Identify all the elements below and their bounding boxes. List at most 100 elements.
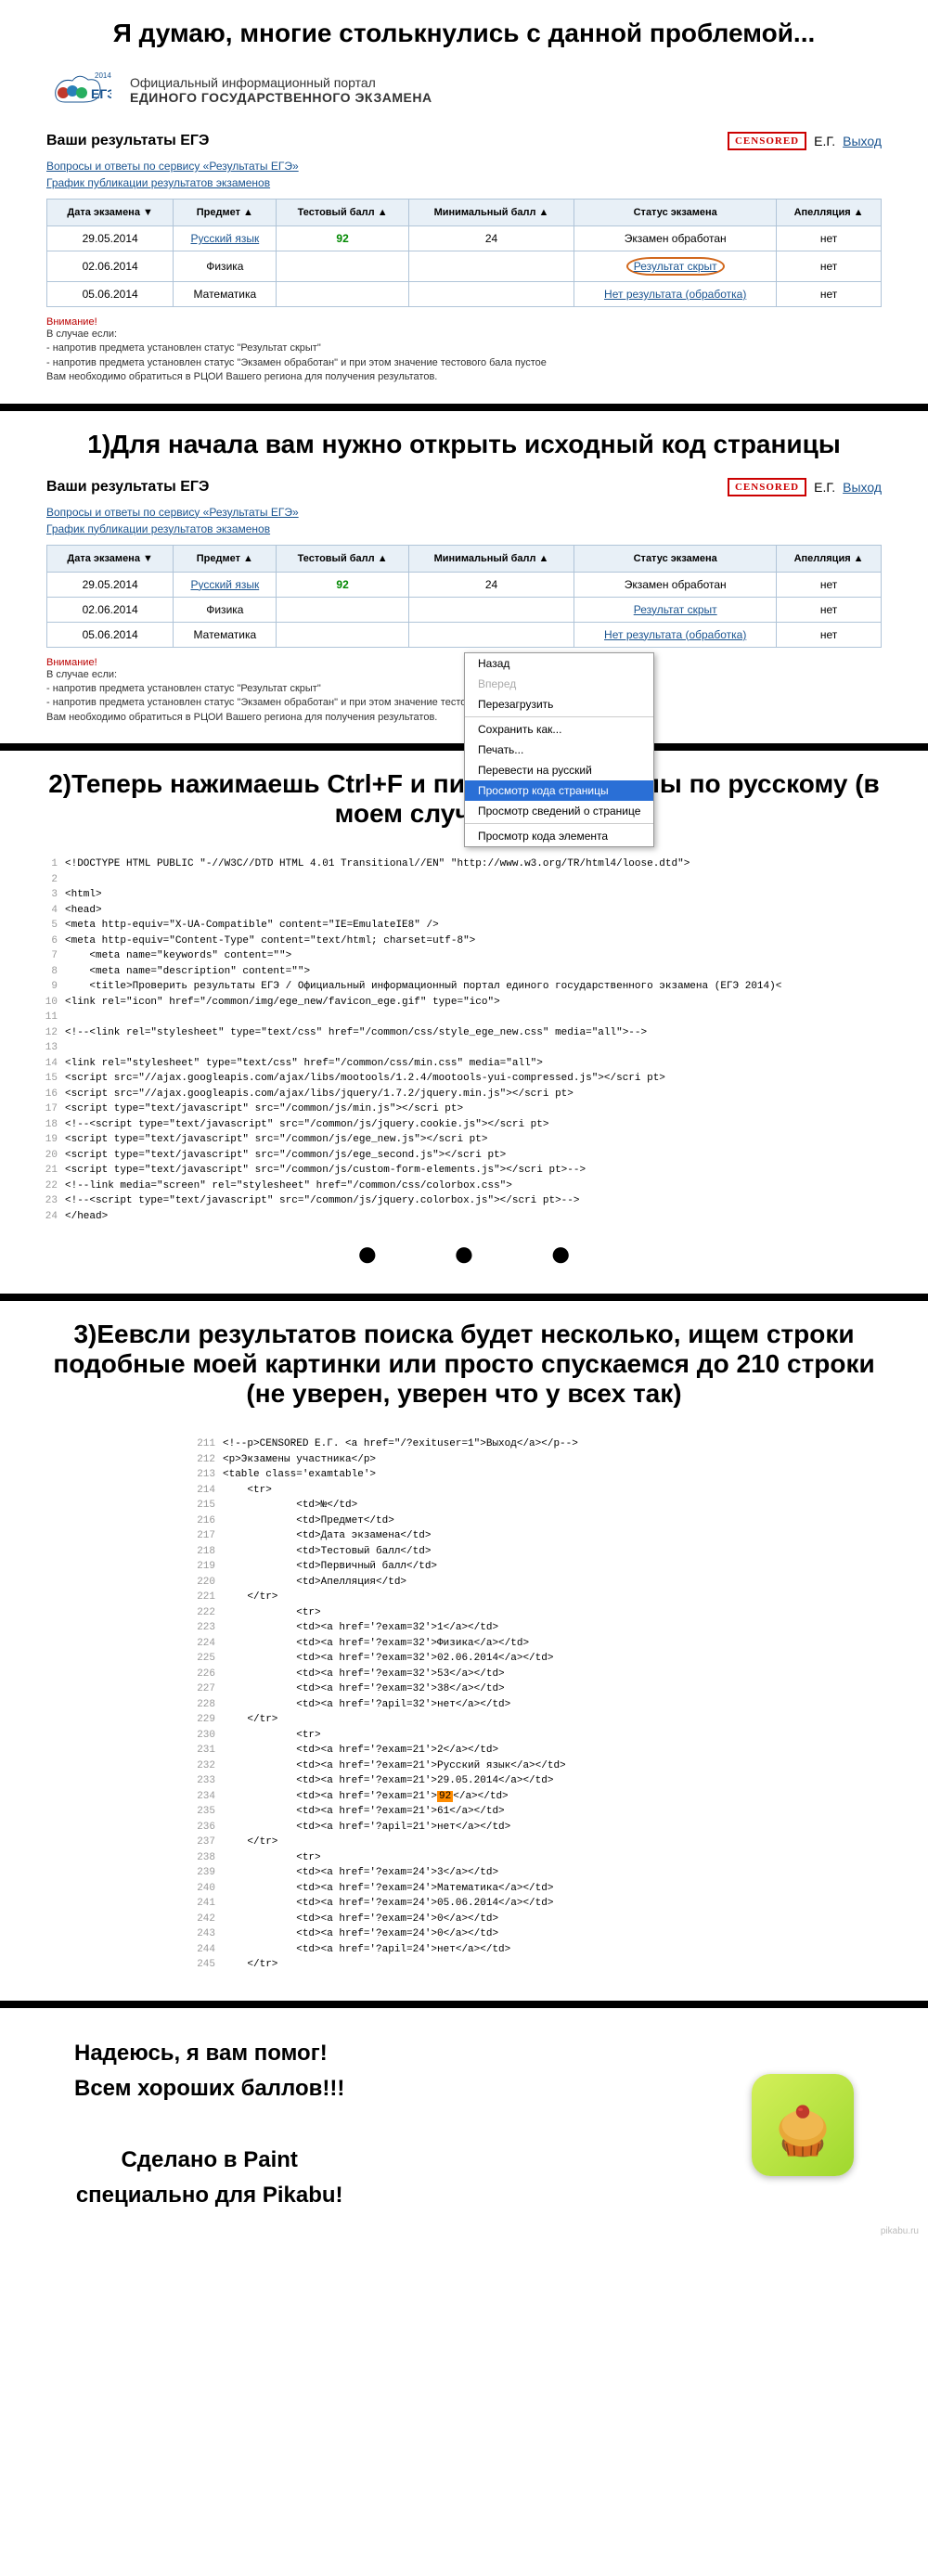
footer-line4: специально для Pikabu! — [74, 2178, 344, 2213]
footer-line3: Сделано в Paint — [74, 2143, 344, 2178]
censored-stamp-2: CENSORED — [728, 478, 806, 496]
intro-title: Я думаю, многие столькнулись с данной пр… — [46, 19, 882, 48]
cell: 02.06.2014 — [47, 597, 174, 622]
cupcake-icon — [766, 2088, 840, 2162]
context-menu: Назад Вперед Перезагрузить Сохранить как… — [464, 652, 654, 847]
cell[interactable]: Результат скрыт — [574, 251, 777, 282]
col-status[interactable]: Статус экзамена — [574, 200, 777, 226]
table-row: 02.06.2014Физика Результат скрытнет — [47, 597, 882, 622]
cell — [277, 597, 408, 622]
cell: 92 — [277, 226, 408, 251]
source-code-2: 211<!--p>CENSORED Е.Г. <a href="/?exitus… — [186, 1427, 882, 1982]
cell — [408, 251, 574, 282]
results-bar: Ваши результаты ЕГЭ CENSORED Е.Г. Выход — [46, 132, 882, 150]
cell — [408, 282, 574, 307]
cell — [277, 251, 408, 282]
cell: нет — [777, 622, 882, 647]
cell[interactable]: Результат скрыт — [574, 597, 777, 622]
cell: 29.05.2014 — [47, 572, 174, 597]
cell — [277, 282, 408, 307]
portal-line1: Официальный информационный портал — [130, 75, 432, 90]
results-table-1: Дата экзамена ▼Предмет ▲Тестовый балл ▲М… — [46, 199, 882, 307]
cell — [408, 597, 574, 622]
ctx-back[interactable]: Назад — [465, 653, 653, 674]
table-row: 29.05.2014Русский язык9224Экзамен обрабо… — [47, 572, 882, 597]
ctx-translate[interactable]: Перевести на русский — [465, 760, 653, 780]
warning-text: В случае если:- напротив предмета устано… — [46, 328, 882, 385]
ctx-reload[interactable]: Перезагрузить — [465, 694, 653, 715]
cell: нет — [777, 597, 882, 622]
footer-line2: Всем хороших баллов!!! — [74, 2071, 344, 2106]
col-min_score[interactable]: Минимальный балл ▲ — [408, 200, 574, 226]
cell: Экзамен обработан — [574, 226, 777, 251]
ctx-page-info[interactable]: Просмотр сведений о странице — [465, 801, 653, 821]
qa-link-2[interactable]: Вопросы и ответы по сервису «Результаты … — [46, 506, 882, 519]
user-initials: Е.Г. — [814, 134, 835, 148]
cell[interactable]: Русский язык — [174, 572, 277, 597]
step1-title: 1)Для начала вам нужно открыть исходный … — [46, 430, 882, 459]
svg-text:ЕГЭ: ЕГЭ — [91, 86, 111, 101]
cell: 29.05.2014 — [47, 226, 174, 251]
cell[interactable]: Нет результата (обработка) — [574, 622, 777, 647]
cell: нет — [777, 251, 882, 282]
footer-text: Надеюсь, я вам помог! Всем хороших балло… — [74, 2036, 344, 2214]
cell: 24 — [408, 226, 574, 251]
user-area-2: CENSORED Е.Г. Выход — [728, 478, 882, 496]
table-row: 29.05.2014Русский язык9224Экзамен обрабо… — [47, 226, 882, 251]
portal-line2: ЕДИНОГО ГОСУДАРСТВЕННОГО ЭКЗАМЕНА — [130, 90, 432, 105]
portal-text: Официальный информационный портал ЕДИНОГ… — [130, 75, 432, 105]
col-test_score[interactable]: Тестовый балл ▲ — [277, 200, 408, 226]
ellipsis-dots: ●●● — [28, 1233, 900, 1275]
col-subject[interactable]: Предмет ▲ — [174, 545, 277, 572]
source-code-1: 1<!DOCTYPE HTML PUBLIC "-//W3C//DTD HTML… — [28, 847, 900, 1233]
ctx-sep — [465, 716, 653, 717]
results-bar-2: Ваши результаты ЕГЭ CENSORED Е.Г. Выход — [46, 478, 882, 496]
col-appeal[interactable]: Апелляция ▲ — [777, 545, 882, 572]
censored-stamp: CENSORED — [728, 132, 806, 150]
watermark: pikabu.ru — [881, 2226, 919, 2236]
warning-label: Внимание! — [46, 316, 882, 328]
schedule-link-2[interactable]: График публикации результатов экзаменов — [46, 522, 882, 535]
cell: Математика — [174, 622, 277, 647]
cell: 92 — [277, 572, 408, 597]
cell[interactable]: Русский язык — [174, 226, 277, 251]
cell: Математика — [174, 282, 277, 307]
ctx-view-source[interactable]: Просмотр кода страницы — [465, 780, 653, 801]
cell[interactable]: Нет результата (обработка) — [574, 282, 777, 307]
divider — [0, 1294, 928, 1301]
col-test_score[interactable]: Тестовый балл ▲ — [277, 545, 408, 572]
schedule-link[interactable]: График публикации результатов экзаменов — [46, 176, 882, 189]
step1-section: 1)Для начала вам нужно открыть исходный … — [0, 411, 928, 744]
col-date[interactable]: Дата экзамена ▼ — [47, 545, 174, 572]
ctx-save-as[interactable]: Сохранить как... — [465, 719, 653, 740]
cell: нет — [777, 572, 882, 597]
cell: Экзамен обработан — [574, 572, 777, 597]
cell: Физика — [174, 597, 277, 622]
divider — [0, 2001, 928, 2008]
svg-text:2014: 2014 — [95, 71, 111, 80]
cell — [277, 622, 408, 647]
portal-header: ЕГЭ 2014 Официальный информационный порт… — [46, 67, 882, 113]
results-title: Ваши результаты ЕГЭ — [46, 133, 209, 149]
ctx-inspect[interactable]: Просмотр кода элемента — [465, 826, 653, 846]
step3-section: 3)Еевсли результатов поиска будет нескол… — [0, 1301, 928, 2001]
app-icon — [752, 2074, 854, 2176]
qa-link[interactable]: Вопросы и ответы по сервису «Результаты … — [46, 160, 882, 173]
results-table-2: Дата экзамена ▼Предмет ▲Тестовый балл ▲М… — [46, 545, 882, 648]
divider — [0, 404, 928, 411]
col-date[interactable]: Дата экзамена ▼ — [47, 200, 174, 226]
table-row: 05.06.2014МатематикаНет результата (обра… — [47, 282, 882, 307]
col-appeal[interactable]: Апелляция ▲ — [777, 200, 882, 226]
cell: 02.06.2014 — [47, 251, 174, 282]
footer-section: Надеюсь, я вам помог! Всем хороших балло… — [0, 2008, 928, 2242]
cell: нет — [777, 282, 882, 307]
logout-link[interactable]: Выход — [843, 134, 882, 148]
col-subject[interactable]: Предмет ▲ — [174, 200, 277, 226]
col-min_score[interactable]: Минимальный балл ▲ — [408, 545, 574, 572]
table-row: 02.06.2014ФизикаРезультат скрытнет — [47, 251, 882, 282]
cell: 24 — [408, 572, 574, 597]
ege-logo-icon: ЕГЭ 2014 — [46, 67, 111, 113]
col-status[interactable]: Статус экзамена — [574, 545, 777, 572]
ctx-print[interactable]: Печать... — [465, 740, 653, 760]
logout-link-2[interactable]: Выход — [843, 480, 882, 495]
